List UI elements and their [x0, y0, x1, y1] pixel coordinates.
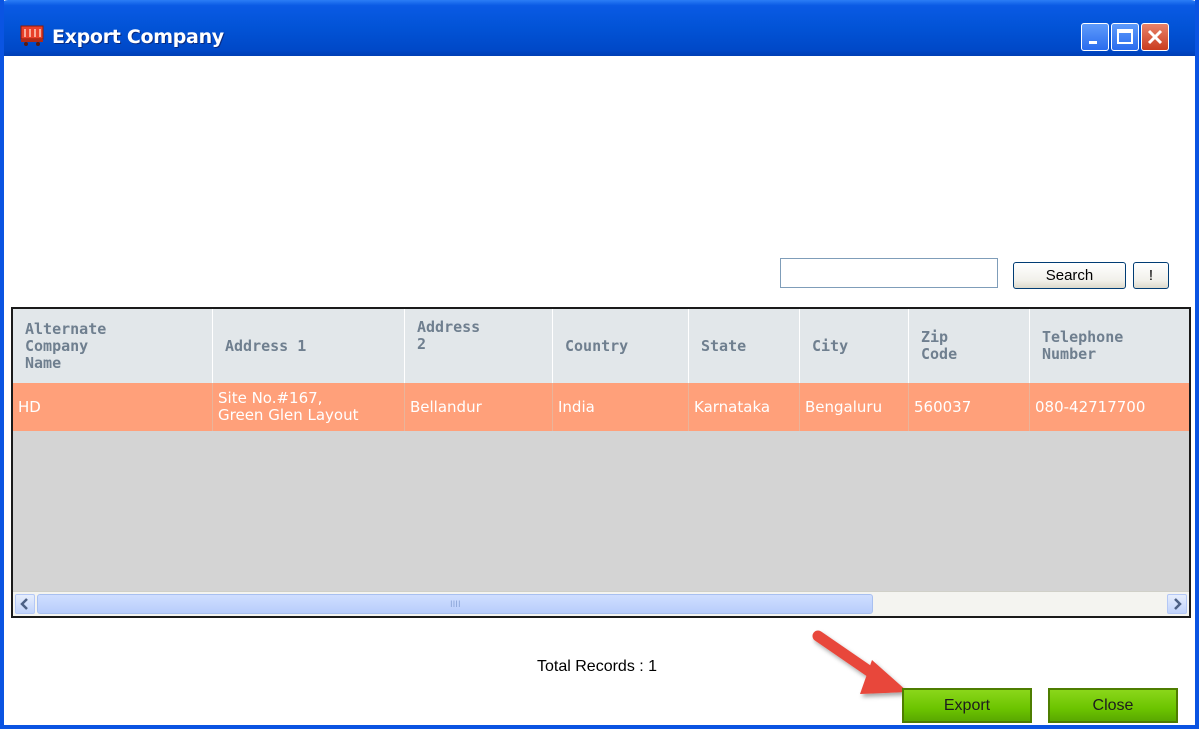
search-input[interactable]: [780, 258, 998, 288]
cell-zip-code: 560037: [909, 383, 1030, 431]
maximize-icon: [1117, 29, 1133, 44]
scroll-grip-icon: IIII: [450, 600, 461, 610]
scroll-thumb[interactable]: IIII: [37, 594, 873, 614]
chevron-left-icon: [20, 598, 28, 610]
company-grid[interactable]: Alternate Company Name Address 1 Address…: [11, 307, 1191, 618]
column-header-country[interactable]: Country: [553, 309, 689, 383]
column-header-telephone-number[interactable]: Telephone Number: [1030, 309, 1189, 383]
column-header-state[interactable]: State: [689, 309, 800, 383]
reset-search-button[interactable]: !: [1133, 262, 1169, 289]
cell-telephone-number: 080-42717700: [1035, 397, 1146, 416]
cell-address-1-text: Site No.#167, Green Glen Layout: [218, 389, 359, 424]
column-header-address-2[interactable]: Address 2: [405, 309, 553, 383]
cart-icon: [20, 25, 44, 46]
search-button[interactable]: Search: [1013, 262, 1126, 289]
cell-alternate-company-name: HD: [13, 383, 213, 431]
cell-state: Karnataka: [689, 383, 800, 431]
column-header-city[interactable]: City: [800, 309, 909, 383]
cell-address-1: Site No.#167, Green Glen Layout: [213, 383, 405, 431]
table-row[interactable]: HD Site No.#167, Green Glen Layout Bella…: [13, 383, 1189, 431]
column-header-alternate-company-name[interactable]: Alternate Company Name: [13, 309, 213, 383]
export-button[interactable]: Export: [902, 688, 1032, 723]
scroll-left-button[interactable]: [15, 594, 35, 614]
cell-address-2: Bellandur: [405, 383, 553, 431]
minimize-icon: [1089, 41, 1097, 44]
column-header-zip-code[interactable]: Zip Code: [909, 309, 1030, 383]
grid-header: Alternate Company Name Address 1 Address…: [13, 309, 1189, 383]
close-icon: [1147, 29, 1163, 45]
close-window-button[interactable]: [1141, 23, 1169, 51]
cell-country: India: [553, 383, 689, 431]
window-title: Export Company: [52, 26, 224, 48]
title-bar[interactable]: Export Company: [4, 0, 1195, 56]
maximize-button[interactable]: [1111, 23, 1139, 51]
export-company-window: Export Company Search ! Alternate Compan…: [0, 0, 1199, 729]
total-records-label: Total Records : 1: [537, 658, 658, 675]
scroll-right-button[interactable]: [1167, 594, 1187, 614]
column-header-address-1[interactable]: Address 1: [213, 309, 405, 383]
chevron-right-icon: [1174, 598, 1182, 610]
horizontal-scrollbar[interactable]: IIII: [13, 591, 1189, 616]
minimize-button[interactable]: [1081, 23, 1109, 51]
cell-city: Bengaluru: [800, 383, 909, 431]
close-button[interactable]: Close: [1048, 688, 1178, 723]
